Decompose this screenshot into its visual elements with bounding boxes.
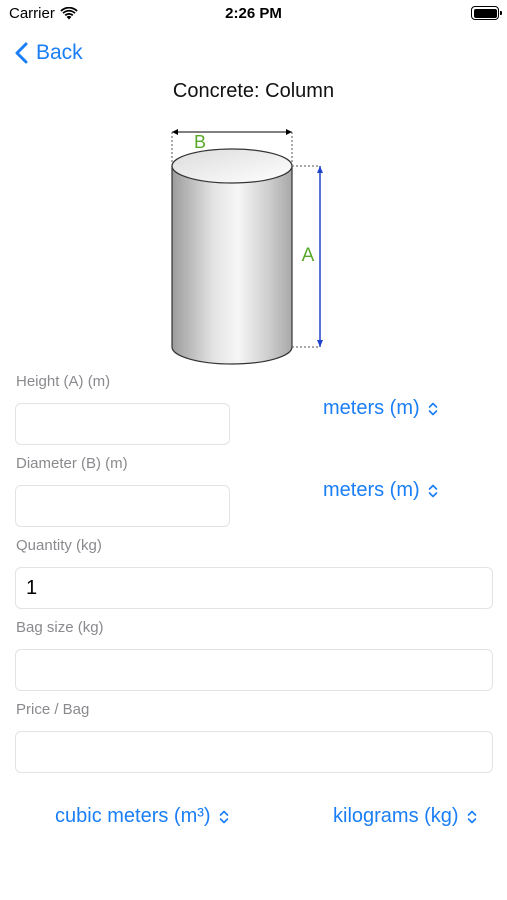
price-bag-input[interactable]	[15, 731, 493, 773]
bag-size-label: Bag size (kg)	[16, 619, 104, 636]
back-chevron-icon	[15, 42, 28, 64]
quantity-label: Quantity (kg)	[16, 537, 102, 554]
volume-unit-select[interactable]: cubic meters (m³)	[55, 805, 229, 828]
mass-unit-select[interactable]: kilograms (kg)	[333, 805, 477, 828]
volume-unit-label: cubic meters (m³)	[55, 805, 211, 827]
diameter-unit-label: meters (m)	[323, 479, 420, 501]
bag-size-input[interactable]	[15, 649, 493, 691]
back-button[interactable]: Back	[15, 38, 83, 68]
diameter-label: Diameter (B) (m)	[16, 455, 128, 472]
quantity-input[interactable]: 1	[15, 567, 493, 609]
mass-unit-label: kilograms (kg)	[333, 805, 459, 827]
updown-chevron-icon	[467, 810, 476, 823]
height-label: Height (A) (m)	[16, 373, 111, 390]
cylinder-top	[171, 148, 293, 184]
column-diagram: B A	[171, 129, 323, 365]
updown-chevron-icon	[219, 810, 228, 823]
updown-chevron-icon	[428, 484, 437, 497]
diameter-unit-select[interactable]: meters (m)	[323, 479, 438, 502]
dimension-label-a: A	[302, 245, 315, 266]
status-bar: Carrier 2:26 PM	[0, 0, 507, 30]
battery-icon	[471, 6, 502, 20]
dimension-label-b: B	[194, 132, 206, 152]
page-title: Concrete: Column	[172, 80, 335, 102]
price-bag-label: Price / Bag	[16, 701, 90, 718]
status-time: 2:26 PM	[225, 5, 282, 22]
height-unit-select[interactable]: meters (m)	[323, 397, 438, 420]
cylinder-body	[171, 165, 293, 365]
back-label: Back	[36, 41, 83, 64]
updown-chevron-icon	[428, 402, 437, 415]
diameter-input[interactable]	[15, 485, 230, 527]
height-unit-label: meters (m)	[323, 397, 420, 419]
height-input[interactable]	[15, 403, 230, 445]
